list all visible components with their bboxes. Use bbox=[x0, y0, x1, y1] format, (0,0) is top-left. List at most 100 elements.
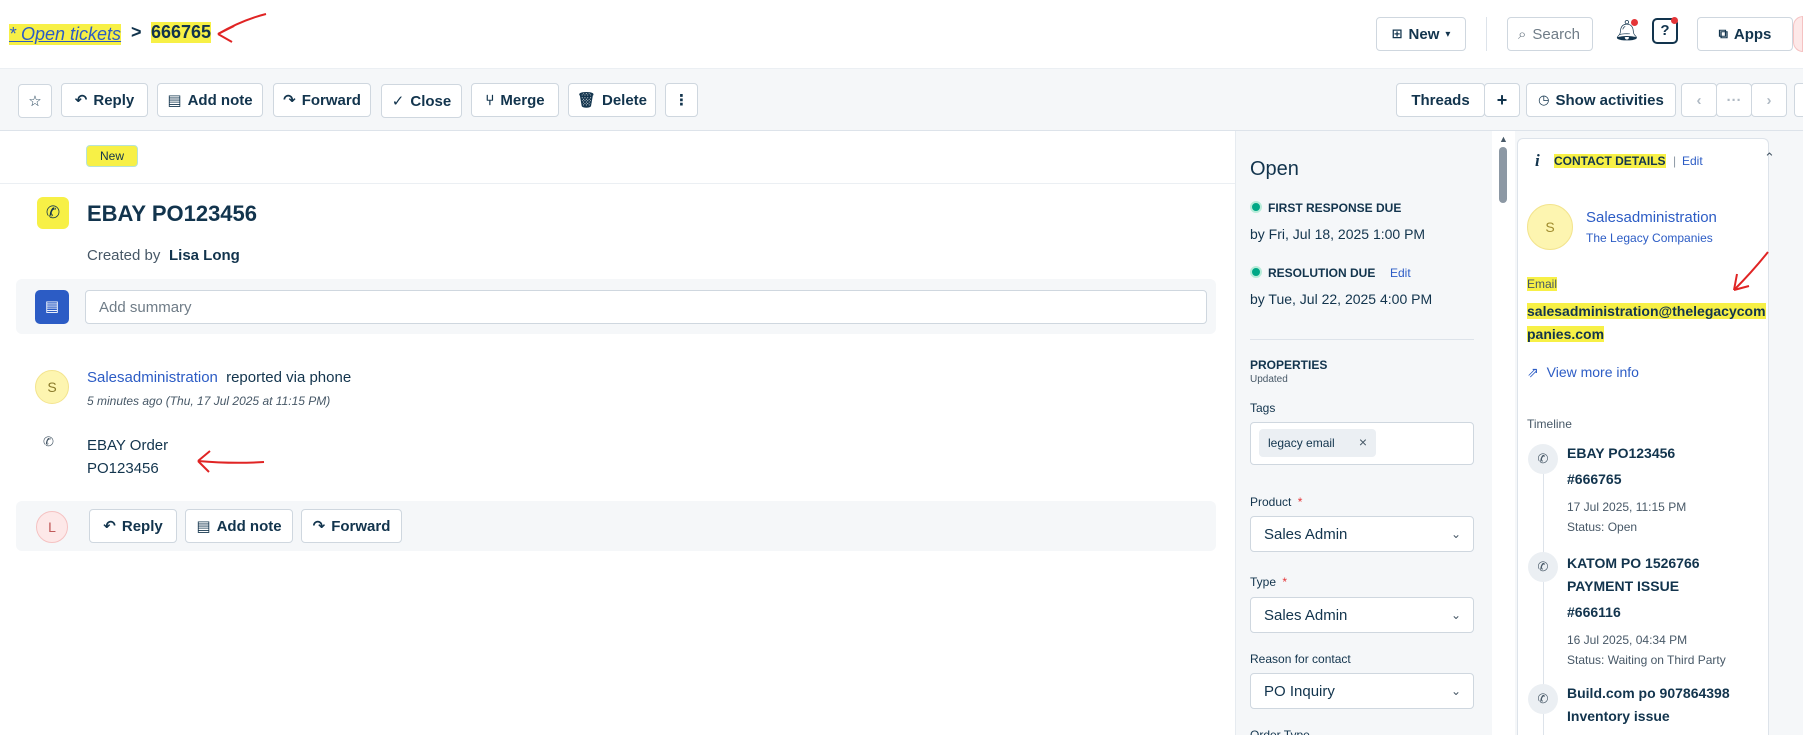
tags-input[interactable]: legacy email × bbox=[1250, 422, 1474, 465]
summary-input[interactable]: Add summary bbox=[85, 290, 1207, 324]
email-label: Email bbox=[1527, 277, 1558, 291]
contact-company-link[interactable]: The Legacy Companies bbox=[1586, 231, 1713, 245]
first-response-label: FIRST RESPONSE DUE bbox=[1268, 201, 1402, 215]
add-note-button[interactable]: ▤ Add note bbox=[185, 509, 293, 543]
type-select[interactable]: Sales Admin ⌄ bbox=[1250, 597, 1474, 633]
forward-button[interactable]: ↷ Forward bbox=[301, 509, 402, 543]
help-badge bbox=[1671, 17, 1678, 24]
reporter-line: Salesadministration reported via phone bbox=[87, 369, 351, 386]
remove-tag-icon[interactable]: × bbox=[1359, 434, 1367, 450]
sidebar-toggle-button[interactable] bbox=[1794, 83, 1803, 117]
scroll-up-icon[interactable]: ▲ bbox=[1499, 134, 1508, 144]
search-icon: ⌕ bbox=[1518, 25, 1527, 43]
add-thread-button[interactable]: + bbox=[1484, 83, 1520, 117]
delete-button[interactable]: 🗑︎ Delete bbox=[568, 83, 656, 117]
timeline-item-title[interactable]: Build.com po 907864398 Inventory issue bbox=[1567, 682, 1730, 728]
forward-icon: ↷ bbox=[312, 518, 326, 535]
scrollbar-thumb[interactable] bbox=[1499, 147, 1507, 203]
reported-via: reported via phone bbox=[226, 369, 352, 386]
email-line: panies.com bbox=[1527, 326, 1605, 342]
forward-label: Forward bbox=[301, 91, 361, 109]
contact-name-link[interactable]: Salesadministration bbox=[1586, 209, 1717, 226]
tag-chip: legacy email × bbox=[1259, 429, 1376, 457]
forward-icon: ↷ bbox=[283, 92, 296, 109]
threads-label: Threads bbox=[1411, 91, 1470, 109]
show-activities-button[interactable]: ◷ Show activities bbox=[1526, 83, 1676, 117]
timeline-label: Timeline bbox=[1527, 417, 1572, 431]
timeline-item-title-line: KATOM PO 1526766 bbox=[1567, 555, 1700, 571]
timeline-item-title[interactable]: EBAY PO123456 bbox=[1567, 443, 1675, 463]
user-avatar[interactable] bbox=[1793, 16, 1803, 52]
apps-label: Apps bbox=[1733, 25, 1772, 43]
contact-details-title: CONTACT DETAILS bbox=[1554, 154, 1666, 168]
top-header: * Open tickets > 666765 ⊞ New ▾ ⌕ Search… bbox=[0, 0, 1803, 69]
reason-label: Reason for contact bbox=[1250, 652, 1351, 666]
product-select[interactable]: Sales Admin ⌄ bbox=[1250, 516, 1474, 552]
resolution-value: by Tue, Jul 22, 2025 4:00 PM bbox=[1250, 291, 1433, 307]
phone-icon: ✆ bbox=[37, 197, 69, 229]
view-more-row[interactable]: ⇗ View more info bbox=[1527, 364, 1639, 381]
external-link-icon: ⇗ bbox=[1527, 364, 1539, 380]
new-button-label: New bbox=[1408, 25, 1440, 43]
tag-label: legacy email bbox=[1268, 436, 1335, 450]
timeline-item-title-line: PAYMENT ISSUE bbox=[1567, 578, 1680, 594]
apps-icon: ⧉ bbox=[1718, 26, 1728, 41]
chevron-left-icon: ‹ bbox=[1696, 91, 1702, 109]
check-circle-icon: ✓ bbox=[391, 93, 405, 110]
scrollbar-track[interactable]: ▲ bbox=[1495, 131, 1513, 735]
trash-icon: 🗑︎ bbox=[576, 92, 596, 109]
plus-icon: + bbox=[1496, 89, 1508, 110]
message-body-line: EBAY Order bbox=[87, 437, 169, 454]
type-label: Type bbox=[1250, 575, 1277, 589]
breadcrumb-open-tickets[interactable]: * Open tickets bbox=[9, 24, 122, 45]
plus-square-icon: ⊞ bbox=[1391, 26, 1403, 41]
timeline-item-title-line: Build.com po 907864398 bbox=[1567, 685, 1730, 701]
timeline-item-id: #666765 bbox=[1567, 471, 1622, 487]
contact-edit-link[interactable]: Edit bbox=[1682, 154, 1703, 168]
ticket-status: Open bbox=[1250, 158, 1299, 180]
phone-small-icon: ✆ bbox=[43, 434, 54, 449]
prev-ticket-button[interactable]: ‹ bbox=[1681, 83, 1717, 117]
resolution-edit-link[interactable]: Edit bbox=[1390, 266, 1411, 280]
view-more-link[interactable]: View more info bbox=[1547, 364, 1639, 380]
next-ticket-button[interactable]: › bbox=[1751, 83, 1787, 117]
timeline-item-status: Status: Waiting on Third Party bbox=[1567, 653, 1726, 667]
message-body: EBAY Order PO123456 bbox=[87, 434, 168, 480]
threads-button[interactable]: Threads bbox=[1396, 83, 1485, 117]
ticket-list-button[interactable]: ··· bbox=[1716, 83, 1752, 117]
chevron-down-icon: ⌄ bbox=[1450, 608, 1461, 622]
created-by-name: Lisa Long bbox=[169, 247, 240, 264]
created-by-label: Created by bbox=[87, 247, 161, 264]
reporter-link[interactable]: Salesadministration bbox=[87, 369, 218, 386]
chevron-down-icon: ⌄ bbox=[1450, 684, 1461, 698]
contact-email[interactable]: salesadministration@thelegacycom panies.… bbox=[1527, 300, 1766, 346]
agent-avatar: L bbox=[36, 511, 68, 543]
star-icon: ☆ bbox=[28, 93, 42, 110]
add-note-label: Add note bbox=[216, 517, 282, 535]
timeline-item-title[interactable]: KATOM PO 1526766 PAYMENT ISSUE bbox=[1567, 552, 1700, 598]
timeline-item-date: 16 Jul 2025, 04:34 PM bbox=[1567, 633, 1688, 647]
more-button[interactable]: ⋮ bbox=[665, 83, 698, 117]
phone-icon: ✆ bbox=[1528, 444, 1558, 474]
close-button[interactable]: ✓ Close bbox=[381, 84, 462, 118]
add-note-label: Add note bbox=[187, 91, 253, 109]
delete-label: Delete bbox=[602, 91, 648, 109]
reply-button[interactable]: ↶ Reply bbox=[89, 509, 177, 543]
search-button[interactable]: ⌕ Search bbox=[1507, 17, 1593, 51]
add-note-button[interactable]: ▤ Add note bbox=[157, 83, 263, 117]
merge-button[interactable]: ⑂ Merge bbox=[471, 83, 559, 117]
apps-button[interactable]: ⧉ Apps bbox=[1697, 17, 1793, 51]
product-label: Product bbox=[1250, 495, 1292, 509]
collapse-chevron-icon[interactable]: ⌃ bbox=[1764, 150, 1775, 166]
new-button[interactable]: ⊞ New ▾ bbox=[1376, 17, 1466, 51]
breadcrumb-ticket-id: 666765 bbox=[151, 22, 212, 43]
reporter-avatar: S bbox=[35, 370, 69, 404]
star-button[interactable]: ☆ bbox=[18, 84, 52, 118]
forward-button[interactable]: ↷ Forward bbox=[273, 83, 371, 117]
reason-select[interactable]: PO Inquiry ⌄ bbox=[1250, 673, 1474, 709]
annotation-arrow-icon bbox=[1733, 251, 1769, 291]
reply-panel: L ↶ Reply ▤ Add note ↷ Forward bbox=[16, 501, 1216, 551]
timeline-item-status: Status: Open bbox=[1567, 520, 1638, 534]
reply-button[interactable]: ↶ Reply bbox=[61, 83, 148, 117]
merge-icon: ⑂ bbox=[485, 91, 495, 109]
